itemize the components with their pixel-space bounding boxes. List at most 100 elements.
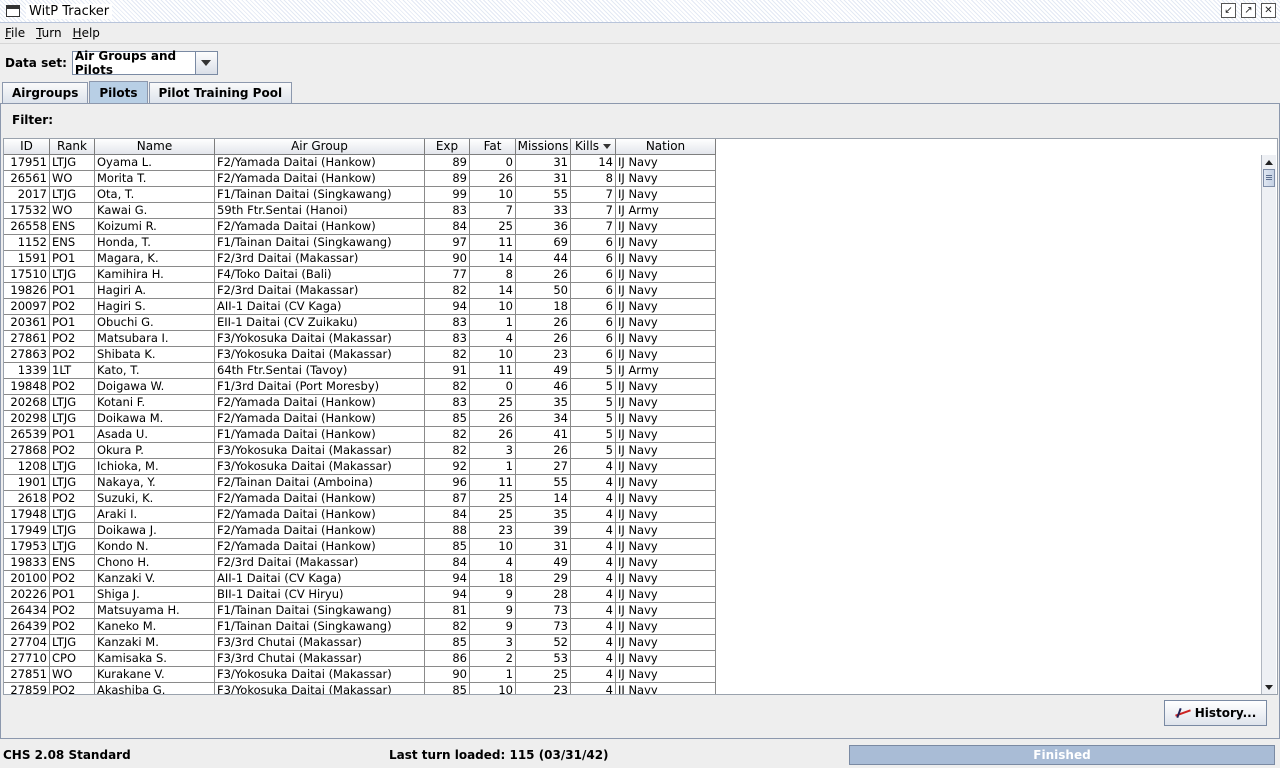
table-row[interactable]: 1152 ENS Honda, T. F1/Tainan Daitai (Singka…	[4, 235, 716, 251]
cell-id: 2017	[4, 187, 50, 203]
cell-nation: IJ Navy	[616, 571, 716, 587]
scroll-up-icon[interactable]	[1262, 155, 1276, 169]
table-row[interactable]: 27704 LTJG Kanzaki M. F3/3rd Chutai (Makass…	[4, 635, 716, 651]
table-row[interactable]: 17951 LTJG Oyama L. F2/Yamada Daitai (Hanko…	[4, 155, 716, 171]
table-row[interactable]: 26434 PO2 Matsuyama H. F1/Tainan Daitai (Si…	[4, 603, 716, 619]
column-header-exp[interactable]: Exp	[425, 139, 470, 155]
cell-id: 26439	[4, 619, 50, 635]
table-row[interactable]: 27710 CPO Kamisaka S. F3/3rd Chutai (Makass…	[4, 651, 716, 667]
table-row[interactable]: 17948 LTJG Araki I. F2/Yamada Daitai (Hanko…	[4, 507, 716, 523]
table-row[interactable]: 17953 LTJG Kondo N. F2/Yamada Daitai (Hanko…	[4, 539, 716, 555]
menu-turn[interactable]: Turn	[31, 26, 67, 40]
table-row[interactable]: 26561 WO Morita T. F2/Yamada Daitai (Hankow…	[4, 171, 716, 187]
cell-kills: 5	[571, 379, 616, 395]
scrollbar-thumb[interactable]	[1263, 169, 1275, 187]
cell-air-group: 64th Ftr.Sentai (Tavoy)	[215, 363, 425, 379]
maximize-icon[interactable]: ↗	[1241, 3, 1256, 18]
table-row[interactable]: 1591 PO1 Magara, K. F2/3rd Daitai (Makassar…	[4, 251, 716, 267]
column-header-id[interactable]: ID	[4, 139, 50, 155]
table-row[interactable]: 27859 PO2 Akashiba G. F3/Yokosuka Daitai (M…	[4, 683, 716, 694]
tab-pilots[interactable]: Pilots	[89, 81, 148, 103]
cell-rank: PO2	[50, 571, 95, 587]
cell-name: Araki I.	[95, 507, 215, 523]
dataset-select[interactable]: Air Groups and Pilots	[71, 49, 218, 77]
cell-kills: 6	[571, 283, 616, 299]
table-row[interactable]: 27863 PO2 Shibata K. F3/Yokosuka Daitai (Ma…	[4, 347, 716, 363]
table-row[interactable]: 19848 PO2 Doigawa W. F1/3rd Daitai (Port Mo…	[4, 379, 716, 395]
cell-fat: 7	[470, 203, 516, 219]
menu-file[interactable]: File	[0, 26, 31, 40]
column-header-rank[interactable]: Rank	[50, 139, 95, 155]
column-header-name[interactable]: Name	[95, 139, 215, 155]
table-row[interactable]: 2618 PO2 Suzuki, K. F2/Yamada Daitai (Hanko…	[4, 491, 716, 507]
table-row[interactable]: 20361 PO1 Obuchi G. EII-1 Daitai (CV Zuikak…	[4, 315, 716, 331]
vertical-scrollbar[interactable]	[1261, 155, 1276, 694]
chevron-down-icon[interactable]	[194, 52, 217, 74]
table-row[interactable]: 26439 PO2 Kaneko M. F1/Tainan Daitai (Singk…	[4, 619, 716, 635]
cell-id: 27859	[4, 683, 50, 694]
cell-missions: 49	[516, 363, 571, 379]
cell-missions: 44	[516, 251, 571, 267]
cell-kills: 7	[571, 203, 616, 219]
table-row[interactable]: 17532 WO Kawai G. 59th Ftr.Sentai (Hanoi) 83…	[4, 203, 716, 219]
table-row[interactable]: 19833 ENS Chono H. F2/3rd Daitai (Makassar)…	[4, 555, 716, 571]
cell-fat: 4	[470, 555, 516, 571]
cell-nation: IJ Navy	[616, 443, 716, 459]
table-row[interactable]: 20100 PO2 Kanzaki V. AII-1 Daitai (CV Kaga)…	[4, 571, 716, 587]
table-row[interactable]: 2017 LTJG Ota, T. F1/Tainan Daitai (Singkaw…	[4, 187, 716, 203]
tab-airgroups[interactable]: Airgroups	[2, 82, 89, 103]
table-row[interactable]: 19826 PO1 Hagiri A. F2/3rd Daitai (Makassar…	[4, 283, 716, 299]
cell-name: Suzuki, K.	[95, 491, 215, 507]
cell-fat: 10	[470, 347, 516, 363]
table-row[interactable]: 17510 LTJG Kamihira H. F4/Toko Daitai (Bali…	[4, 267, 716, 283]
table-row[interactable]: 17949 LTJG Doikawa J. F2/Yamada Daitai (Han…	[4, 523, 716, 539]
cell-fat: 0	[470, 155, 516, 171]
cell-name: Okura P.	[95, 443, 215, 459]
cell-fat: 10	[470, 539, 516, 555]
cell-missions: 23	[516, 683, 571, 694]
menu-help[interactable]: Help	[68, 26, 106, 40]
table-row[interactable]: 20226 PO1 Shiga J. BII-1 Daitai (CV Hiryu) 9…	[4, 587, 716, 603]
table-row[interactable]: 1901 LTJG Nakaya, Y. F2/Tainan Daitai (Ambo…	[4, 475, 716, 491]
column-header-missions[interactable]: Missions	[516, 139, 571, 155]
cell-air-group: F1/Tainan Daitai (Singkawang)	[215, 235, 425, 251]
cell-kills: 6	[571, 251, 616, 267]
cell-nation: IJ Navy	[616, 587, 716, 603]
cell-rank: 1LT	[50, 363, 95, 379]
table-row[interactable]: 26539 PO1 Asada U. F1/Yamada Daitai (Hankow…	[4, 427, 716, 443]
tab-pilot-training-pool[interactable]: Pilot Training Pool	[148, 82, 293, 103]
close-icon[interactable]: ✕	[1261, 3, 1276, 18]
cell-fat: 25	[470, 507, 516, 523]
table-row[interactable]: 27861 PO2 Matsubara I. F3/Yokosuka Daitai (…	[4, 331, 716, 347]
table-row[interactable]: 27868 PO2 Okura P. F3/Yokosuka Daitai (Maka…	[4, 443, 716, 459]
history-button[interactable]: History...	[1164, 700, 1267, 726]
table-row[interactable]: 27851 WO Kurakane V. F3/Yokosuka Daitai (Ma…	[4, 667, 716, 683]
cell-exp: 82	[425, 283, 470, 299]
scroll-down-icon[interactable]	[1262, 680, 1276, 694]
table-row[interactable]: 20097 PO2 Hagiri S. AII-1 Daitai (CV Kaga) 9…	[4, 299, 716, 315]
table-row[interactable]: 1208 LTJG Ichioka, M. F3/Yokosuka Daitai (M…	[4, 459, 716, 475]
cell-id: 27704	[4, 635, 50, 651]
cell-fat: 9	[470, 619, 516, 635]
cell-kills: 4	[571, 667, 616, 683]
cell-fat: 26	[470, 427, 516, 443]
cell-kills: 4	[571, 555, 616, 571]
table-row[interactable]: 20298 LTJG Doikawa M. F2/Yamada Daitai (Han…	[4, 411, 716, 427]
column-header-fat[interactable]: Fat	[470, 139, 516, 155]
cell-id: 19826	[4, 283, 50, 299]
table-row[interactable]: 26558 ENS Koizumi R. F2/Yamada Daitai (Hank…	[4, 219, 716, 235]
minimize-icon[interactable]: ↙	[1221, 3, 1236, 18]
column-header-air-group[interactable]: Air Group	[215, 139, 425, 155]
cell-rank: PO2	[50, 379, 95, 395]
cell-rank: PO1	[50, 251, 95, 267]
table-row[interactable]: 20268 LTJG Kotani F. F2/Yamada Daitai (Hank…	[4, 395, 716, 411]
cell-missions: 14	[516, 491, 571, 507]
cell-name: Hagiri S.	[95, 299, 215, 315]
cell-nation: IJ Navy	[616, 635, 716, 651]
column-header-nation[interactable]: Nation	[616, 139, 716, 155]
cell-id: 27710	[4, 651, 50, 667]
cell-nation: IJ Navy	[616, 235, 716, 251]
cell-air-group: F2/Yamada Daitai (Hankow)	[215, 539, 425, 555]
column-header-kills[interactable]: Kills	[571, 139, 616, 155]
table-row[interactable]: 1339 1LT Kato, T. 64th Ftr.Sentai (Tavoy) 91…	[4, 363, 716, 379]
